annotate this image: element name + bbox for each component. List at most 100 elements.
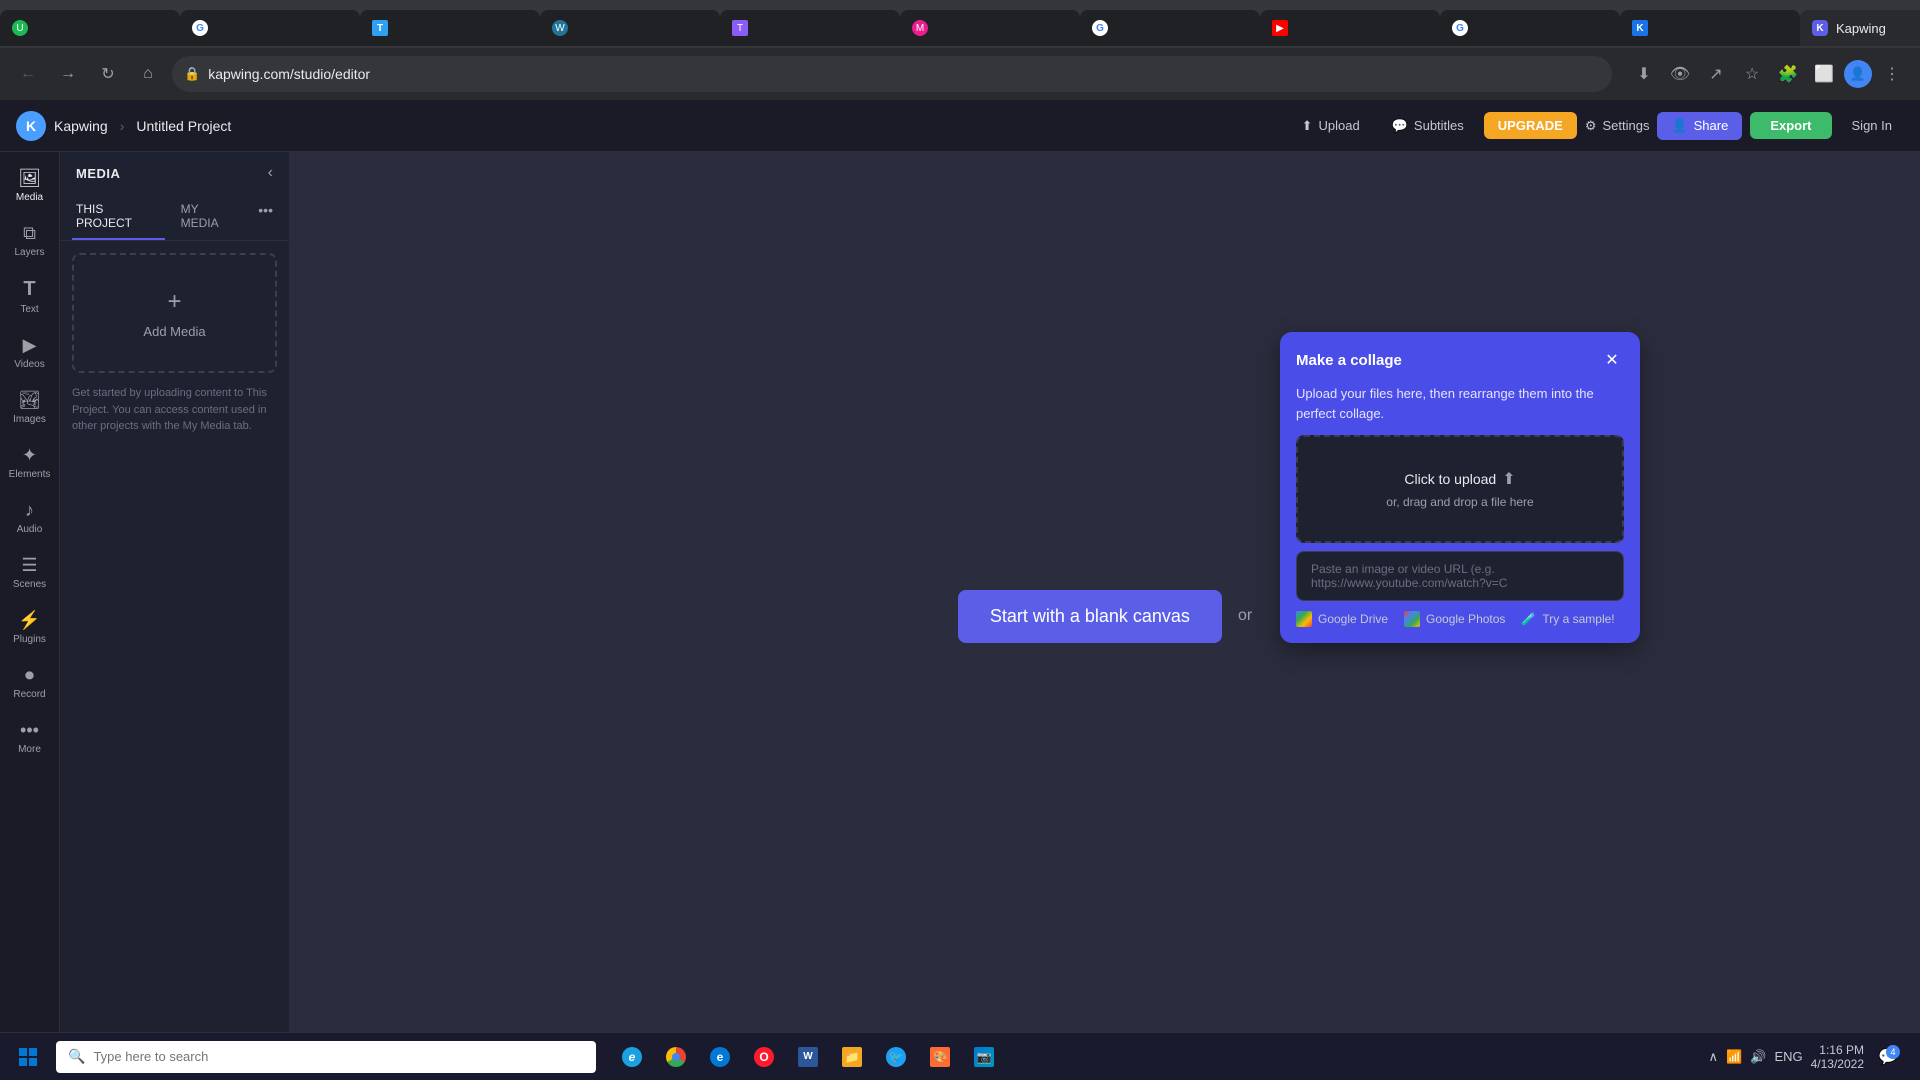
forward-button[interactable]: →	[52, 58, 84, 90]
tab-my-media[interactable]: MY MEDIA	[177, 194, 243, 240]
tab-ml[interactable]: M	[900, 10, 1080, 46]
edge-icon: e	[710, 1047, 730, 1067]
sidebar-item-scenes[interactable]: ☰ Scenes	[4, 547, 56, 598]
tab-kapwing-active[interactable]: K Kapwing ✕	[1800, 10, 1920, 46]
google-drive-label: Google Drive	[1318, 612, 1388, 626]
taskbar-word-button[interactable]: W	[788, 1037, 828, 1077]
tab-tv[interactable]: T	[720, 10, 900, 46]
sidebar-label-text: Text	[20, 304, 38, 315]
sidebar-item-more[interactable]: ••• More	[4, 712, 56, 763]
sidebar-toggle-button[interactable]: ⬜	[1808, 58, 1840, 90]
scenes-icon: ☰	[21, 555, 37, 576]
sidebar-item-text[interactable]: T Text	[4, 270, 56, 323]
sample-icon: 🧪	[1521, 612, 1536, 626]
refresh-button[interactable]: ↻	[92, 58, 124, 90]
kapwing-logo-icon: K	[16, 111, 46, 141]
search-input[interactable]	[93, 1049, 584, 1064]
settings-icon: ⚙	[1585, 118, 1597, 134]
tab-google1[interactable]: G	[180, 10, 360, 46]
more-icon: •••	[20, 720, 39, 741]
profile-avatar[interactable]: 👤	[1844, 60, 1872, 88]
home-button[interactable]: ⌂	[132, 58, 164, 90]
sidebar-label-audio: Audio	[17, 524, 43, 535]
tab-yt1[interactable]: ▶	[1260, 10, 1440, 46]
taskbar-chrome-button[interactable]	[656, 1037, 696, 1077]
download-button[interactable]: ⬇	[1628, 58, 1660, 90]
try-sample-button[interactable]: 🧪 Try a sample!	[1521, 612, 1614, 626]
sidebar-item-layers[interactable]: ⧉ Layers	[4, 215, 56, 266]
tray-volume-icon[interactable]: 🔊	[1750, 1049, 1766, 1065]
subtitles-icon: 💬	[1392, 118, 1408, 134]
subtitles-button[interactable]: 💬 Subtitles	[1380, 112, 1476, 140]
notification-button[interactable]: 💬 4	[1872, 1041, 1904, 1073]
tab-g3[interactable]: G	[1440, 10, 1620, 46]
eye-slash-button[interactable]: 👁	[1664, 58, 1696, 90]
taskbar-opera-button[interactable]: O	[744, 1037, 784, 1077]
sidebar-label-scenes: Scenes	[13, 579, 46, 590]
tab-k[interactable]: K	[1620, 10, 1800, 46]
url-paste-input[interactable]: Paste an image or video URL (e.g. https:…	[1296, 551, 1624, 601]
collage-description: Upload your files here, then rearrange t…	[1296, 384, 1624, 423]
sidebar-item-images[interactable]: 🏞 Images	[4, 382, 56, 433]
taskbar-search-bar[interactable]: 🔍	[56, 1041, 596, 1073]
project-name[interactable]: Untitled Project	[136, 118, 231, 134]
tab-upwork[interactable]: U	[0, 10, 180, 46]
settings-label: Settings	[1602, 118, 1649, 133]
export-button[interactable]: Export	[1750, 112, 1831, 139]
google-photos-button[interactable]: Google Photos	[1404, 611, 1505, 627]
share-button[interactable]: 👤 Share	[1657, 112, 1742, 140]
taskbar-ie-button[interactable]: e	[612, 1037, 652, 1077]
tab-favicon-tv: T	[732, 20, 748, 36]
settings-button[interactable]: ⚙ Settings	[1585, 118, 1650, 134]
taskbar-edge-button[interactable]: e	[700, 1037, 740, 1077]
upload-button[interactable]: ⬆ Upload	[1290, 112, 1372, 140]
sidebar-item-elements[interactable]: ✦ Elements	[4, 437, 56, 488]
tab-tw[interactable]: T	[360, 10, 540, 46]
app-logo[interactable]: K Kapwing	[16, 111, 108, 141]
tab-favicon-wp: W	[552, 20, 568, 36]
panel-tab-more-button[interactable]: •••	[254, 194, 277, 240]
layers-icon: ⧉	[23, 223, 36, 244]
tab-favicon-tw: T	[372, 20, 388, 36]
collage-title: Make a collage	[1296, 352, 1402, 369]
taskbar-photos-button[interactable]: 📷	[964, 1037, 1004, 1077]
sidebar: 🖼 Media ⧉ Layers T Text ▶ Videos 🏞 Image…	[0, 152, 60, 1080]
breadcrumb-separator: ›	[120, 118, 125, 134]
collage-close-button[interactable]: ✕	[1600, 348, 1624, 372]
tray-expand-button[interactable]: ∧	[1709, 1049, 1719, 1065]
upgrade-button[interactable]: UPGRADE	[1484, 112, 1577, 139]
google-drive-button[interactable]: Google Drive	[1296, 611, 1388, 627]
add-media-box[interactable]: + Add Media	[72, 253, 277, 373]
upload-icon: ⬆	[1302, 118, 1313, 134]
browser-menu-button[interactable]: ⋮	[1876, 58, 1908, 90]
panel-collapse-button[interactable]: ‹	[268, 164, 273, 182]
sidebar-item-media[interactable]: 🖼 Media	[4, 160, 56, 211]
sidebar-item-videos[interactable]: ▶ Videos	[4, 327, 56, 378]
sidebar-label-record: Record	[13, 689, 45, 700]
signin-button[interactable]: Sign In	[1840, 112, 1904, 139]
bookmark-button[interactable]: ☆	[1736, 58, 1768, 90]
sidebar-item-record[interactable]: ⏺ Record	[4, 657, 56, 708]
sidebar-label-plugins: Plugins	[13, 634, 46, 645]
sidebar-item-plugins[interactable]: ⚡ Plugins	[4, 602, 56, 653]
tab-this-project[interactable]: THIS PROJECT	[72, 194, 165, 240]
taskbar-files-button[interactable]: 📁	[832, 1037, 872, 1077]
tab-favicon-g2: G	[1092, 20, 1108, 36]
time-display[interactable]: 1:16 PM 4/13/2022	[1811, 1043, 1864, 1071]
taskbar-app1-button[interactable]: 🐦	[876, 1037, 916, 1077]
taskbar-paint-button[interactable]: 🎨	[920, 1037, 960, 1077]
extensions-button[interactable]: 🧩	[1772, 58, 1804, 90]
start-button[interactable]	[8, 1037, 48, 1077]
tab-google2[interactable]: G	[1080, 10, 1260, 46]
back-button[interactable]: ←	[12, 58, 44, 90]
videos-icon: ▶	[23, 335, 37, 356]
sidebar-item-audio[interactable]: ♪ Audio	[4, 492, 56, 543]
share-browser-button[interactable]: ↗	[1700, 58, 1732, 90]
tab-wp[interactable]: W	[540, 10, 720, 46]
blank-canvas-button[interactable]: Start with a blank canvas	[958, 590, 1222, 643]
subtitles-label: Subtitles	[1414, 118, 1464, 133]
upload-drop-zone[interactable]: Click to upload ⬆ or, drag and drop a fi…	[1296, 435, 1624, 543]
elements-icon: ✦	[22, 445, 37, 466]
address-bar[interactable]: 🔒 kapwing.com/studio/editor	[172, 56, 1612, 92]
panel-hint-text: Get started by uploading content to This…	[72, 373, 277, 447]
